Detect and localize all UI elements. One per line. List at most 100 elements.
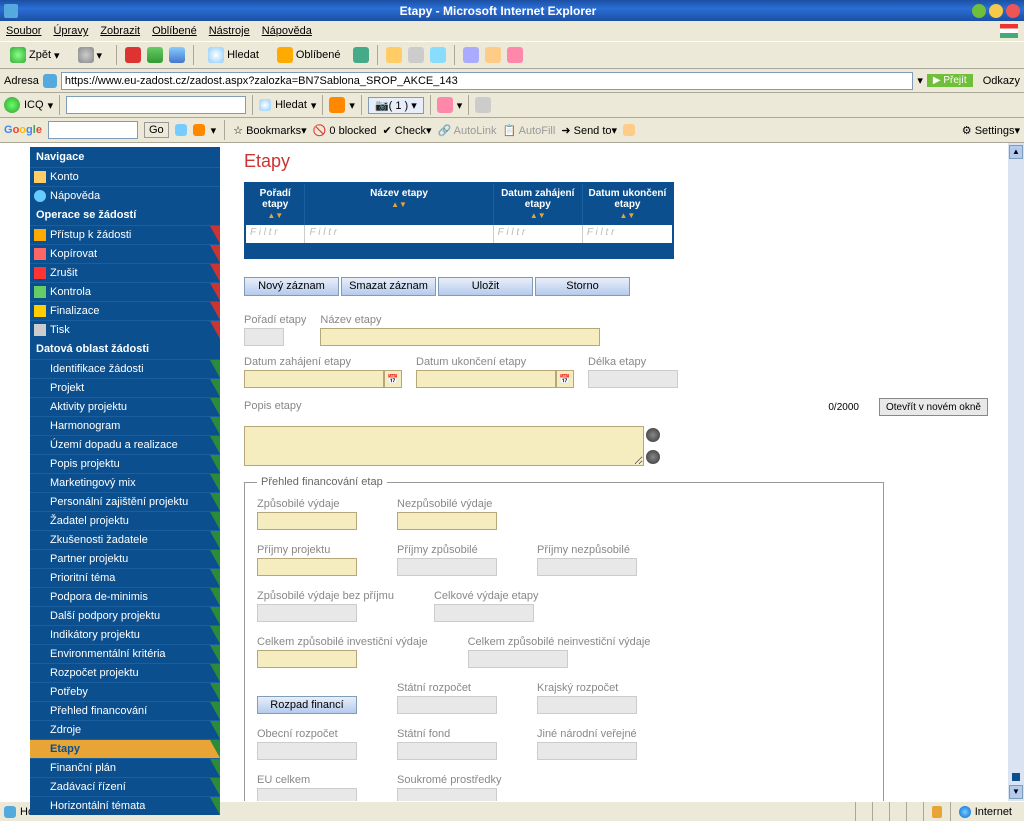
nav-item-person-ln-zaji-t-n-projektu[interactable]: Personální zajištění projektu <box>30 492 220 511</box>
nav-zrusit[interactable]: Zrušit <box>30 263 220 282</box>
nav-kopirovat[interactable]: Kopírovat <box>30 244 220 263</box>
back-button[interactable]: Zpět ▾ <box>4 44 66 66</box>
scroll-down-icon[interactable]: ▼ <box>1009 785 1023 799</box>
input-nazev[interactable] <box>320 328 600 346</box>
blocked-button[interactable]: 🚫 0 blocked <box>313 124 377 137</box>
input-prijmy[interactable] <box>257 558 357 576</box>
nav-item-prioritn-t-ma[interactable]: Prioritní téma <box>30 568 220 587</box>
maximize-button[interactable] <box>989 4 1003 18</box>
icq-search-input[interactable] <box>66 96 246 114</box>
nav-item-pot-eby[interactable]: Potřeby <box>30 682 220 701</box>
nav-item-horizont-ln-t-mata[interactable]: Horizontální témata <box>30 796 220 815</box>
nav-napoveda[interactable]: Nápověda <box>30 186 220 205</box>
nav-item-popis-projektu[interactable]: Popis projektu <box>30 454 220 473</box>
menu-oblibene[interactable]: Oblíbené <box>152 25 197 37</box>
scroll-down-knob[interactable] <box>646 450 660 464</box>
textarea-popis[interactable] <box>244 426 644 466</box>
google-icon[interactable] <box>175 124 187 136</box>
nav-item--adatel-projektu[interactable]: Žadatel projektu <box>30 511 220 530</box>
nav-finalizace[interactable]: Finalizace <box>30 301 220 320</box>
refresh-icon[interactable] <box>147 47 163 63</box>
nav-item-environment-ln-krit-ria[interactable]: Environmentální kritéria <box>30 644 220 663</box>
ulozit-button[interactable]: Uložit <box>438 277 533 296</box>
edit-icon[interactable] <box>430 47 446 63</box>
filter-nazev[interactable]: F i l t r <box>305 225 493 243</box>
settings-button[interactable]: ⚙ Settings▾ <box>962 124 1020 137</box>
icq-user-icon[interactable] <box>437 97 453 113</box>
address-dropdown-icon[interactable]: ▾ <box>917 74 923 87</box>
input-zpusobile[interactable] <box>257 512 357 530</box>
go-button[interactable]: ▶ Přejít <box>927 74 973 87</box>
scrollbar[interactable]: ▲ ▼ <box>1008 143 1024 801</box>
nav-item-dal-podpory-projektu[interactable]: Další podpory projektu <box>30 606 220 625</box>
history-icon[interactable] <box>353 47 369 63</box>
favorites-button[interactable]: Oblíbené <box>271 44 347 66</box>
menu-upravy[interactable]: Úpravy <box>53 25 88 37</box>
messenger-icon[interactable] <box>507 47 523 63</box>
rozpad-financi-button[interactable]: Rozpad financí <box>257 696 357 714</box>
stop-icon[interactable] <box>125 47 141 63</box>
discuss-icon[interactable] <box>463 47 479 63</box>
menu-soubor[interactable]: Soubor <box>6 25 41 37</box>
nav-item-p-ehled-financov-n-[interactable]: Přehled financování <box>30 701 220 720</box>
autofill-button[interactable]: 📋 AutoFill <box>502 124 555 137</box>
nav-item-zdroje[interactable]: Zdroje <box>30 720 220 739</box>
minimize-button[interactable] <box>972 4 986 18</box>
input-poradi[interactable] <box>244 328 284 346</box>
address-input[interactable] <box>61 72 914 90</box>
highlight-icon[interactable] <box>623 124 635 136</box>
links-label[interactable]: Odkazy <box>983 75 1020 87</box>
scroll-up-knob[interactable] <box>646 428 660 442</box>
nav-item-finan-n-pl-n[interactable]: Finanční plán <box>30 758 220 777</box>
th-ukonceni[interactable]: Datum ukončení etapy▲▼ <box>583 184 672 225</box>
nav-item-etapy[interactable]: Etapy <box>30 739 220 758</box>
menu-napoveda[interactable]: Nápověda <box>262 25 312 37</box>
google-rss-icon[interactable] <box>193 124 205 136</box>
th-zahajeni[interactable]: Datum zahájení etapy▲▼ <box>494 184 583 225</box>
nav-item-projekt[interactable]: Projekt <box>30 378 220 397</box>
nav-item-podpora-de-minimis[interactable]: Podpora de-minimis <box>30 587 220 606</box>
icq-tool-icon[interactable] <box>329 97 345 113</box>
close-button[interactable] <box>1006 4 1020 18</box>
nav-item-zku-enosti-adatele[interactable]: Zkušenosti žadatele <box>30 530 220 549</box>
bookmarks-button[interactable]: ☆ Bookmarks▾ <box>233 124 306 137</box>
nav-item-zad-vac-zen-[interactable]: Zadávací řízení <box>30 777 220 796</box>
icq-search-label[interactable]: Hledat <box>275 99 307 111</box>
print-icon[interactable] <box>408 47 424 63</box>
nav-item-marketingov-mix[interactable]: Marketingový mix <box>30 473 220 492</box>
novy-zaznam-button[interactable]: Nový záznam <box>244 277 339 296</box>
research-icon[interactable] <box>485 47 501 63</box>
google-search-input[interactable] <box>48 121 138 139</box>
th-poradi[interactable]: Pořadí etapy▲▼ <box>246 184 305 225</box>
nav-pristup[interactable]: Přístup k žádosti <box>30 225 220 244</box>
nav-item-aktivity-projektu[interactable]: Aktivity projektu <box>30 397 220 416</box>
sendto-button[interactable]: ➜ Send to▾ <box>561 124 617 137</box>
open-new-window-button[interactable]: Otevřít v novém okně <box>879 398 988 416</box>
mail-icon[interactable] <box>386 47 402 63</box>
nav-tisk[interactable]: Tisk <box>30 320 220 339</box>
nav-item-harmonogram[interactable]: Harmonogram <box>30 416 220 435</box>
input-zahajeni[interactable] <box>244 370 384 388</box>
check-button[interactable]: ✔ Check▾ <box>383 124 432 137</box>
input-celkinv[interactable] <box>257 650 357 668</box>
home-icon[interactable] <box>169 47 185 63</box>
nav-item-identifikace-dosti[interactable]: Identifikace žádosti <box>30 359 220 378</box>
nav-item-partner-projektu[interactable]: Partner projektu <box>30 549 220 568</box>
scroll-up-icon[interactable]: ▲ <box>1009 145 1023 159</box>
nav-item--zem-dopadu-a-realizace[interactable]: Území dopadu a realizace <box>30 435 220 454</box>
input-nezpusobile[interactable] <box>397 512 497 530</box>
google-go-button[interactable]: Go <box>144 122 169 138</box>
smazat-zaznam-button[interactable]: Smazat záznam <box>341 277 436 296</box>
forward-button[interactable]: ▾ <box>72 44 109 66</box>
icq-counter[interactable]: 📷( 1 ) ▾ <box>368 97 424 114</box>
filter-ukonceni[interactable]: F i l t r <box>583 225 672 243</box>
menu-zobrazit[interactable]: Zobrazit <box>100 25 140 37</box>
calendar-icon[interactable]: 📅 <box>384 370 402 388</box>
calendar-icon[interactable]: 📅 <box>556 370 574 388</box>
nav-item-indik-tory-projektu[interactable]: Indikátory projektu <box>30 625 220 644</box>
autolink-button[interactable]: 🔗 AutoLink <box>438 124 497 137</box>
input-ukonceni[interactable] <box>416 370 556 388</box>
filter-poradi[interactable]: F i l t r <box>246 225 305 243</box>
storno-button[interactable]: Storno <box>535 277 630 296</box>
icq-pencil-icon[interactable] <box>475 97 491 113</box>
